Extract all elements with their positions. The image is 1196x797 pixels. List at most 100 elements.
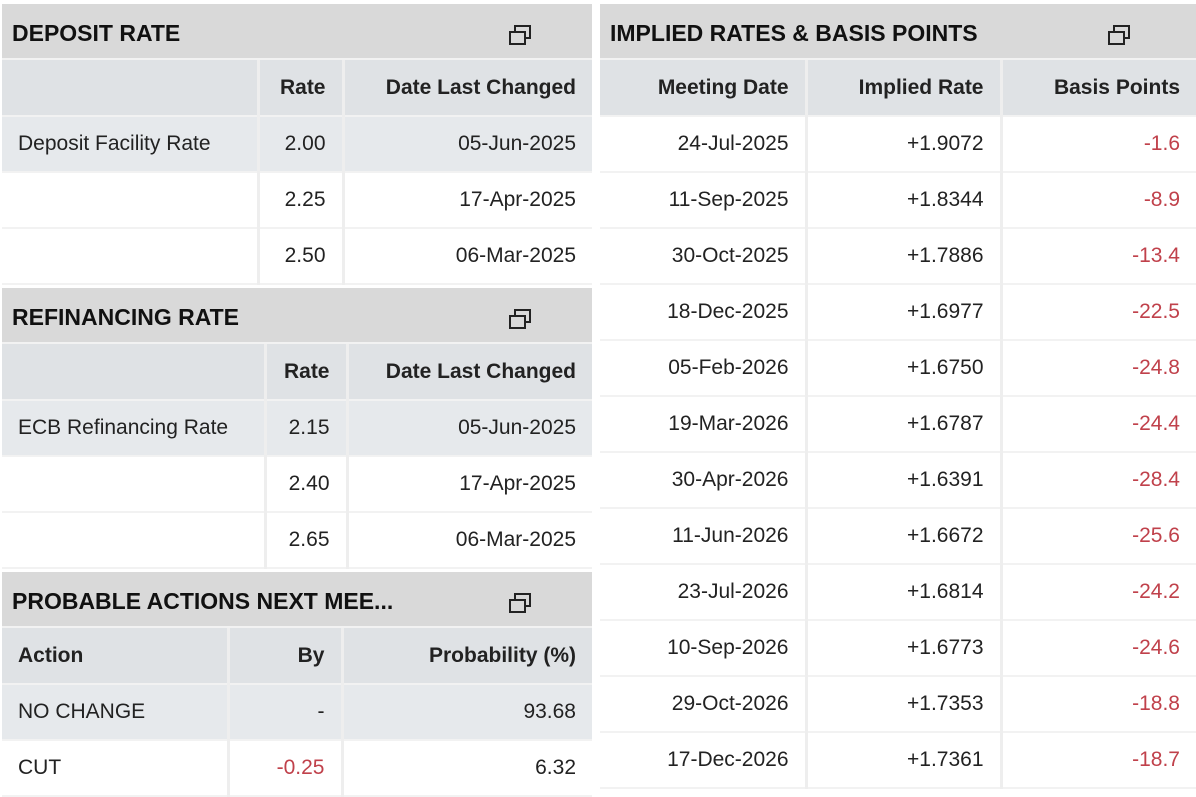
table-row: Deposit Facility Rate 2.00 05-Jun-2025 <box>2 116 592 173</box>
rate-name-cell <box>2 456 267 513</box>
implied-rate-cell: +1.6672 <box>806 508 1003 565</box>
popout-window-icon[interactable] <box>1107 24 1131 46</box>
meeting-date-cell: 30-Apr-2026 <box>600 452 808 509</box>
table-row: 2.65 06-Mar-2025 <box>2 512 592 569</box>
refinancing-rate-title: REFINANCING RATE <box>12 304 240 330</box>
basis-points-cell: -1.6 <box>1001 116 1196 173</box>
table-header-row: Meeting Date Implied Rate Basis Points <box>600 60 1196 117</box>
probable-actions-title-bar: PROBABLE ACTIONS NEXT MEE... <box>2 572 592 628</box>
table-header-row: Rate Date Last Changed <box>2 60 592 117</box>
table-row: 2.50 06-Mar-2025 <box>2 228 592 285</box>
date-cell: 17-Apr-2025 <box>343 172 592 229</box>
probable-actions-panel: PROBABLE ACTIONS NEXT MEE... Action By P… <box>2 572 592 797</box>
implied-rate-cell: +1.6773 <box>806 620 1003 677</box>
rate-name-cell <box>2 172 260 229</box>
rate-name-cell: ECB Refinancing Rate <box>2 400 267 457</box>
basis-points-cell: -24.2 <box>1001 564 1196 621</box>
by-cell: - <box>228 684 344 741</box>
meeting-date-cell: 23-Jul-2026 <box>600 564 808 621</box>
column-header-action: Action <box>2 628 230 685</box>
basis-points-cell: -18.7 <box>1001 732 1196 789</box>
date-cell: 06-Mar-2025 <box>343 228 592 285</box>
implied-rates-panel: IMPLIED RATES & BASIS POINTS Meeting Dat… <box>600 4 1196 789</box>
column-header-probability: Probability (%) <box>342 628 592 685</box>
basis-points-cell: -22.5 <box>1001 284 1196 341</box>
refinancing-rate-panel: REFINANCING RATE Rate Date Last Changed … <box>2 288 592 569</box>
probability-cell: 6.32 <box>342 740 592 797</box>
table-row: 2.40 17-Apr-2025 <box>2 456 592 513</box>
table-row: 30-Oct-2025 +1.7886 -13.4 <box>600 228 1196 285</box>
implied-rate-cell: +1.6787 <box>806 396 1003 453</box>
rate-cell: 2.65 <box>265 512 349 569</box>
implied-rates-table: Meeting Date Implied Rate Basis Points 2… <box>600 60 1196 789</box>
popout-window-icon[interactable] <box>508 308 532 330</box>
basis-points-cell: -28.4 <box>1001 452 1196 509</box>
column-header-date-last-changed: Date Last Changed <box>343 60 592 117</box>
implied-rate-cell: +1.7353 <box>806 676 1003 733</box>
column-header-rate: Rate <box>265 344 349 401</box>
implied-rate-cell: +1.9072 <box>806 116 1003 173</box>
basis-points-cell: -24.4 <box>1001 396 1196 453</box>
meeting-date-cell: 11-Sep-2025 <box>600 172 808 229</box>
meeting-date-cell: 24-Jul-2025 <box>600 116 808 173</box>
refinancing-rate-table: Rate Date Last Changed ECB Refinancing R… <box>2 344 592 569</box>
basis-points-cell: -24.8 <box>1001 340 1196 397</box>
refinancing-rate-title-bar: REFINANCING RATE <box>2 288 592 344</box>
basis-points-cell: -24.6 <box>1001 620 1196 677</box>
implied-rate-cell: +1.8344 <box>806 172 1003 229</box>
popout-window-icon[interactable] <box>508 592 532 614</box>
meeting-date-cell: 11-Jun-2026 <box>600 508 808 565</box>
by-cell: -0.25 <box>228 740 344 797</box>
action-cell: NO CHANGE <box>2 684 230 741</box>
table-row: 17-Dec-2026 +1.7361 -18.7 <box>600 732 1196 789</box>
table-row: 05-Feb-2026 +1.6750 -24.8 <box>600 340 1196 397</box>
rate-cell: 2.40 <box>265 456 349 513</box>
implied-rate-cell: +1.6391 <box>806 452 1003 509</box>
column-header-basis-points: Basis Points <box>1001 60 1196 117</box>
table-row: 2.25 17-Apr-2025 <box>2 172 592 229</box>
implied-rate-cell: +1.6814 <box>806 564 1003 621</box>
rate-name-cell <box>2 512 267 569</box>
date-cell: 06-Mar-2025 <box>347 512 592 569</box>
column-header-date-last-changed: Date Last Changed <box>347 344 592 401</box>
date-cell: 05-Jun-2025 <box>347 400 592 457</box>
meeting-date-cell: 10-Sep-2026 <box>600 620 808 677</box>
rate-name-cell: Deposit Facility Rate <box>2 116 260 173</box>
probable-actions-table: Action By Probability (%) NO CHANGE - 93… <box>2 628 592 797</box>
table-header-row: Rate Date Last Changed <box>2 344 592 401</box>
date-cell: 17-Apr-2025 <box>347 456 592 513</box>
table-row: 29-Oct-2026 +1.7353 -18.8 <box>600 676 1196 733</box>
implied-rates-title-bar: IMPLIED RATES & BASIS POINTS <box>600 4 1196 60</box>
table-row: 11-Sep-2025 +1.8344 -8.9 <box>600 172 1196 229</box>
deposit-rate-table: Rate Date Last Changed Deposit Facility … <box>2 60 592 285</box>
implied-rates-body: 24-Jul-2025 +1.9072 -1.6 11-Sep-2025 +1.8344… <box>600 116 1196 789</box>
basis-points-cell: -8.9 <box>1001 172 1196 229</box>
rate-name-cell <box>2 228 260 285</box>
table-row: 11-Jun-2026 +1.6672 -25.6 <box>600 508 1196 565</box>
table-row: CUT -0.25 6.32 <box>2 740 592 797</box>
column-header-implied-rate: Implied Rate <box>806 60 1003 117</box>
meeting-date-cell: 19-Mar-2026 <box>600 396 808 453</box>
deposit-rate-title: DEPOSIT RATE <box>12 20 181 46</box>
table-row: 30-Apr-2026 +1.6391 -28.4 <box>600 452 1196 509</box>
column-header-meeting-date: Meeting Date <box>600 60 808 117</box>
table-row: 23-Jul-2026 +1.6814 -24.2 <box>600 564 1196 621</box>
column-header <box>2 344 267 401</box>
rate-cell: 2.00 <box>258 116 345 173</box>
probability-cell: 93.68 <box>342 684 592 741</box>
implied-rate-cell: +1.7361 <box>806 732 1003 789</box>
table-row: 10-Sep-2026 +1.6773 -24.6 <box>600 620 1196 677</box>
column-header-rate: Rate <box>258 60 345 117</box>
table-header-row: Action By Probability (%) <box>2 628 592 685</box>
popout-window-icon[interactable] <box>508 24 532 46</box>
rate-cell: 2.25 <box>258 172 345 229</box>
column-header <box>2 60 260 117</box>
rate-cell: 2.50 <box>258 228 345 285</box>
probable-actions-title: PROBABLE ACTIONS NEXT MEE... <box>12 588 394 614</box>
table-row: 18-Dec-2025 +1.6977 -22.5 <box>600 284 1196 341</box>
date-cell: 05-Jun-2025 <box>343 116 592 173</box>
meeting-date-cell: 30-Oct-2025 <box>600 228 808 285</box>
basis-points-cell: -18.8 <box>1001 676 1196 733</box>
basis-points-cell: -25.6 <box>1001 508 1196 565</box>
basis-points-cell: -13.4 <box>1001 228 1196 285</box>
